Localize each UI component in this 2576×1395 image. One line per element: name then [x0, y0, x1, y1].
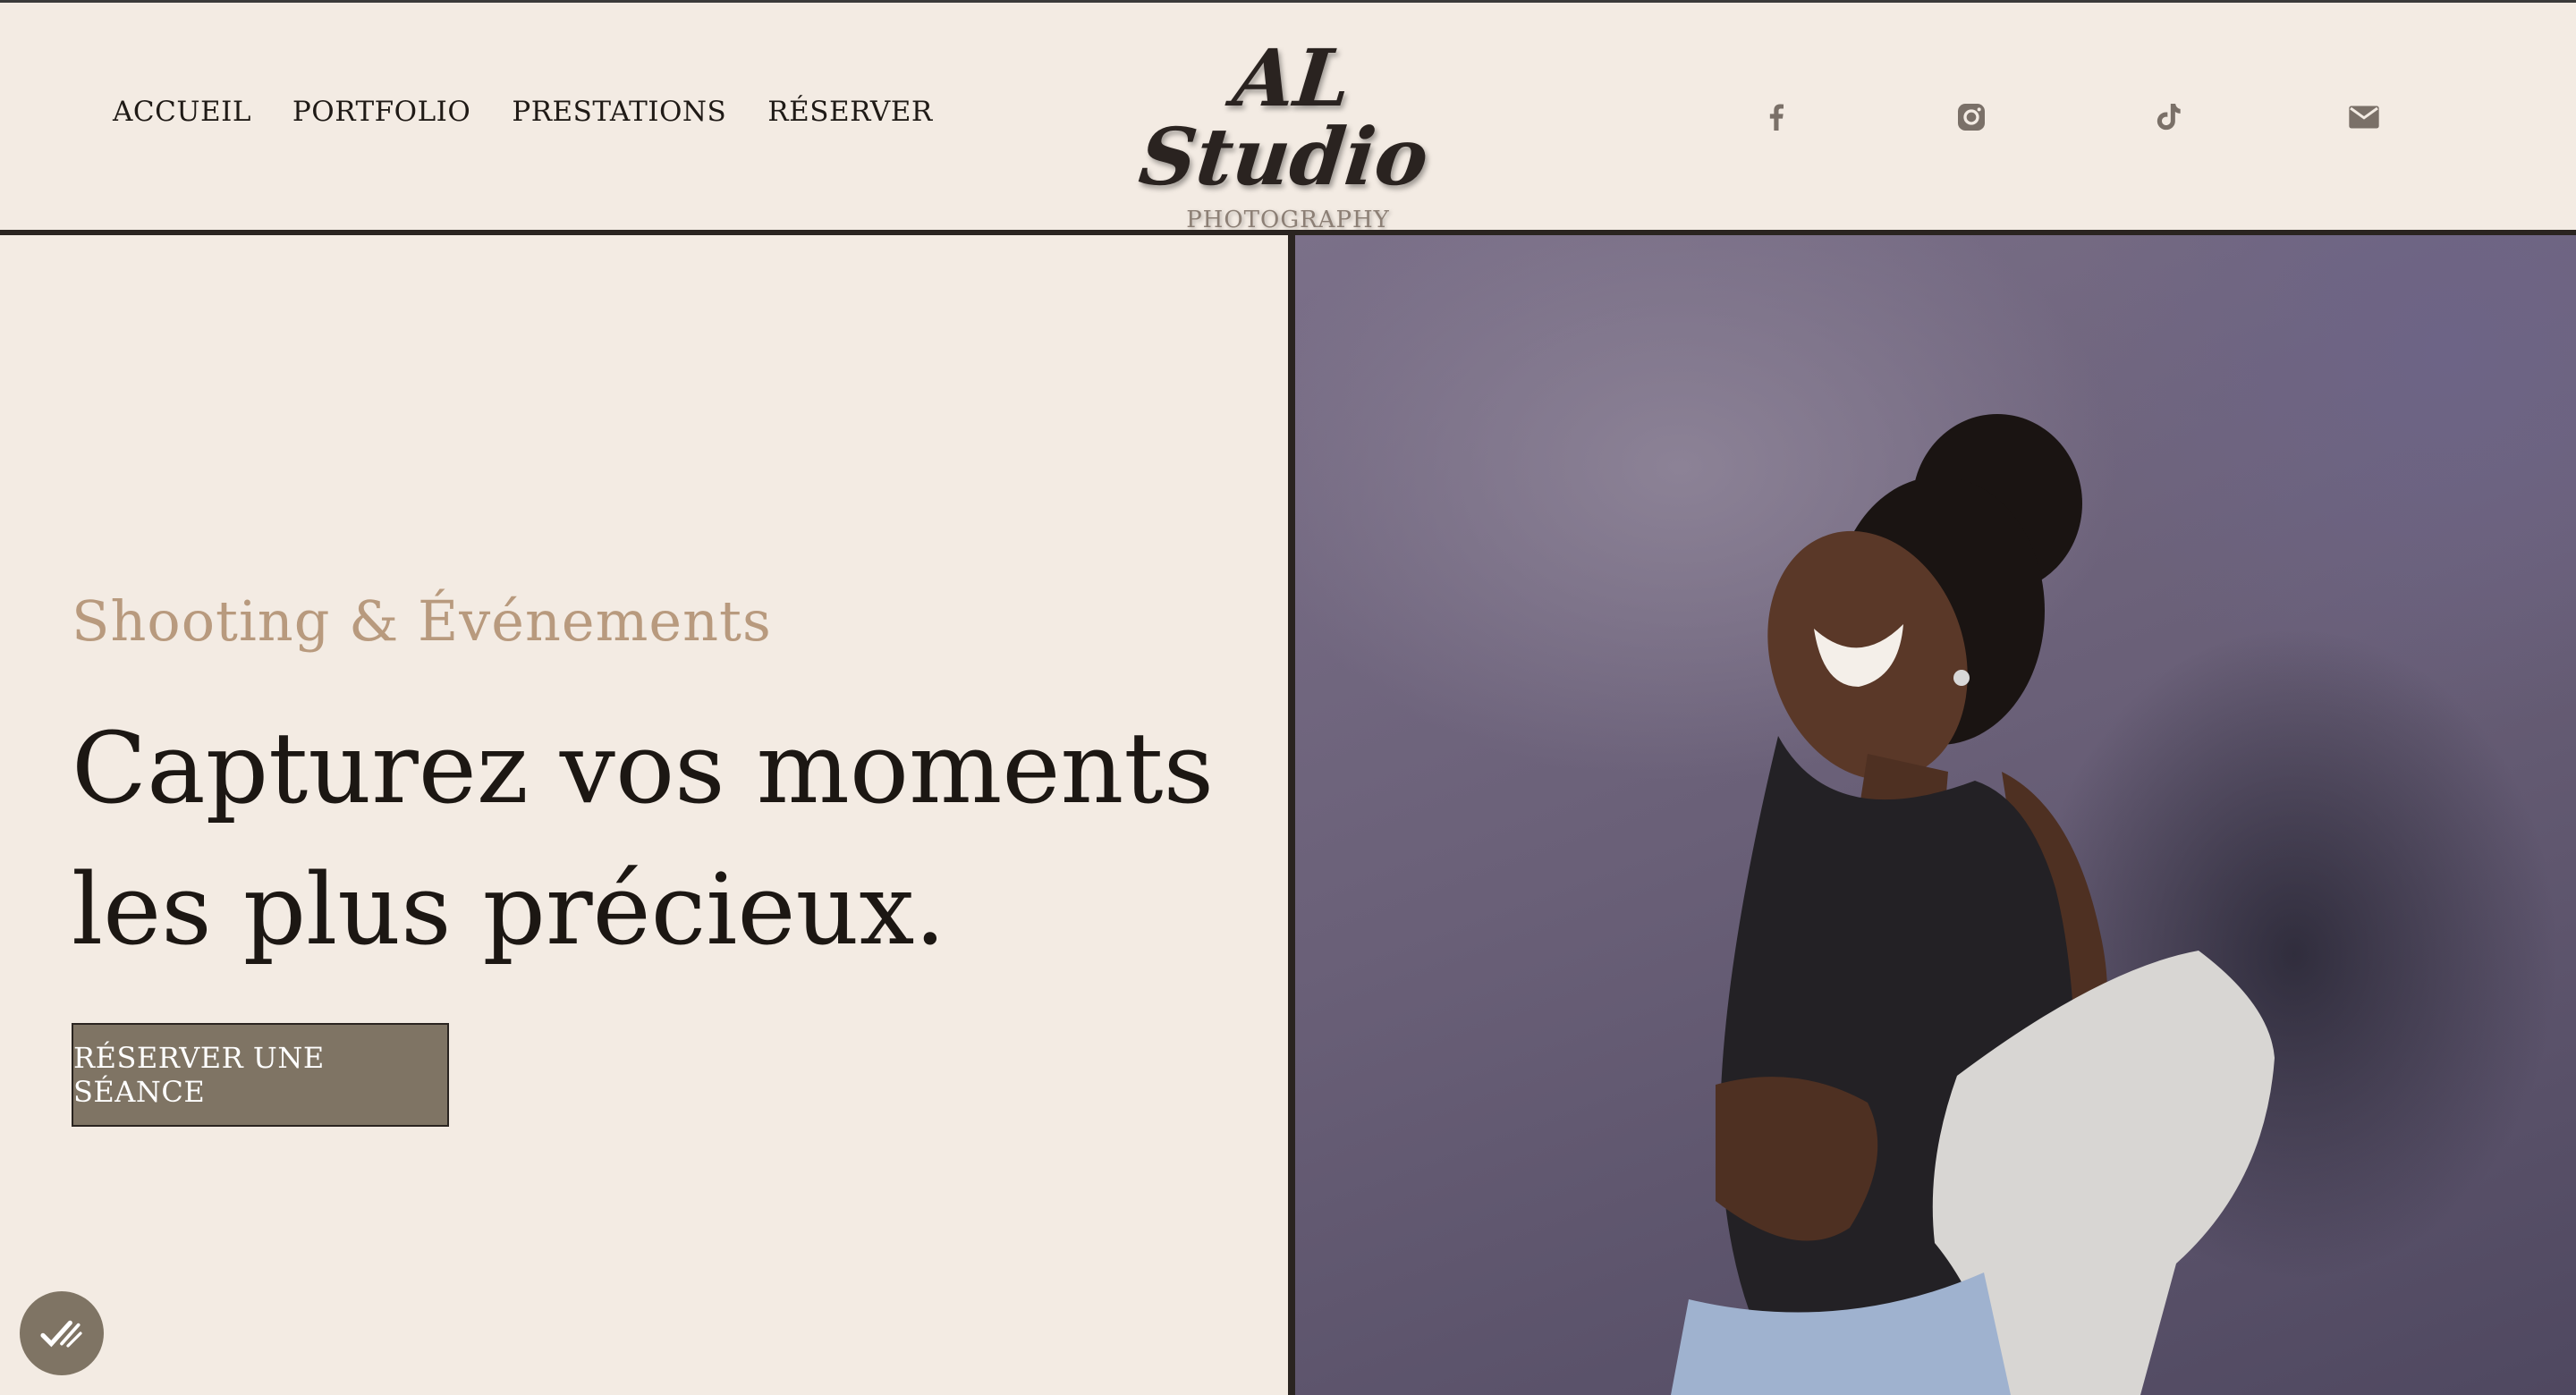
hero-divider — [1288, 235, 1295, 1395]
accessibility-badge[interactable] — [20, 1291, 104, 1375]
hero-headline: Capturez vos moments les plus précieux. — [72, 711, 1215, 967]
logo-title: AL Studio — [1134, 31, 1433, 203]
mail-icon — [2349, 106, 2379, 129]
tiktok-link[interactable] — [2146, 96, 2189, 139]
nav-accueil[interactable]: ACCUEIL — [113, 96, 251, 128]
tiktok-icon — [2157, 104, 2181, 131]
hero-photo — [1295, 235, 2576, 1395]
nav-portfolio[interactable]: PORTFOLIO — [292, 96, 470, 128]
hero-eyebrow: Shooting & Événements — [72, 588, 772, 654]
instagram-icon — [1958, 104, 1985, 131]
book-session-button[interactable]: RÉSERVER UNE SÉANCE — [72, 1023, 449, 1127]
nav-reserver[interactable]: RÉSERVER — [767, 96, 932, 128]
instagram-link[interactable] — [1950, 96, 1993, 139]
checkmark-icon — [40, 1320, 82, 1348]
mail-link[interactable] — [2343, 96, 2385, 139]
nav-prestations[interactable]: PRESTATIONS — [512, 96, 726, 128]
site-header: ACCUEIL PORTFOLIO PRESTATIONS RÉSERVER A… — [0, 3, 2576, 233]
site-logo[interactable]: AL Studio PHOTOGRAPHY — [1109, 31, 1467, 233]
main-nav: ACCUEIL PORTFOLIO PRESTATIONS RÉSERVER — [113, 96, 933, 128]
maternity-portrait-illustration — [1671, 414, 2275, 1395]
facebook-link[interactable] — [1755, 96, 1798, 139]
facebook-icon — [1769, 104, 1784, 131]
hero-text-panel: Shooting & Événements Capturez vos momen… — [0, 235, 1288, 1395]
